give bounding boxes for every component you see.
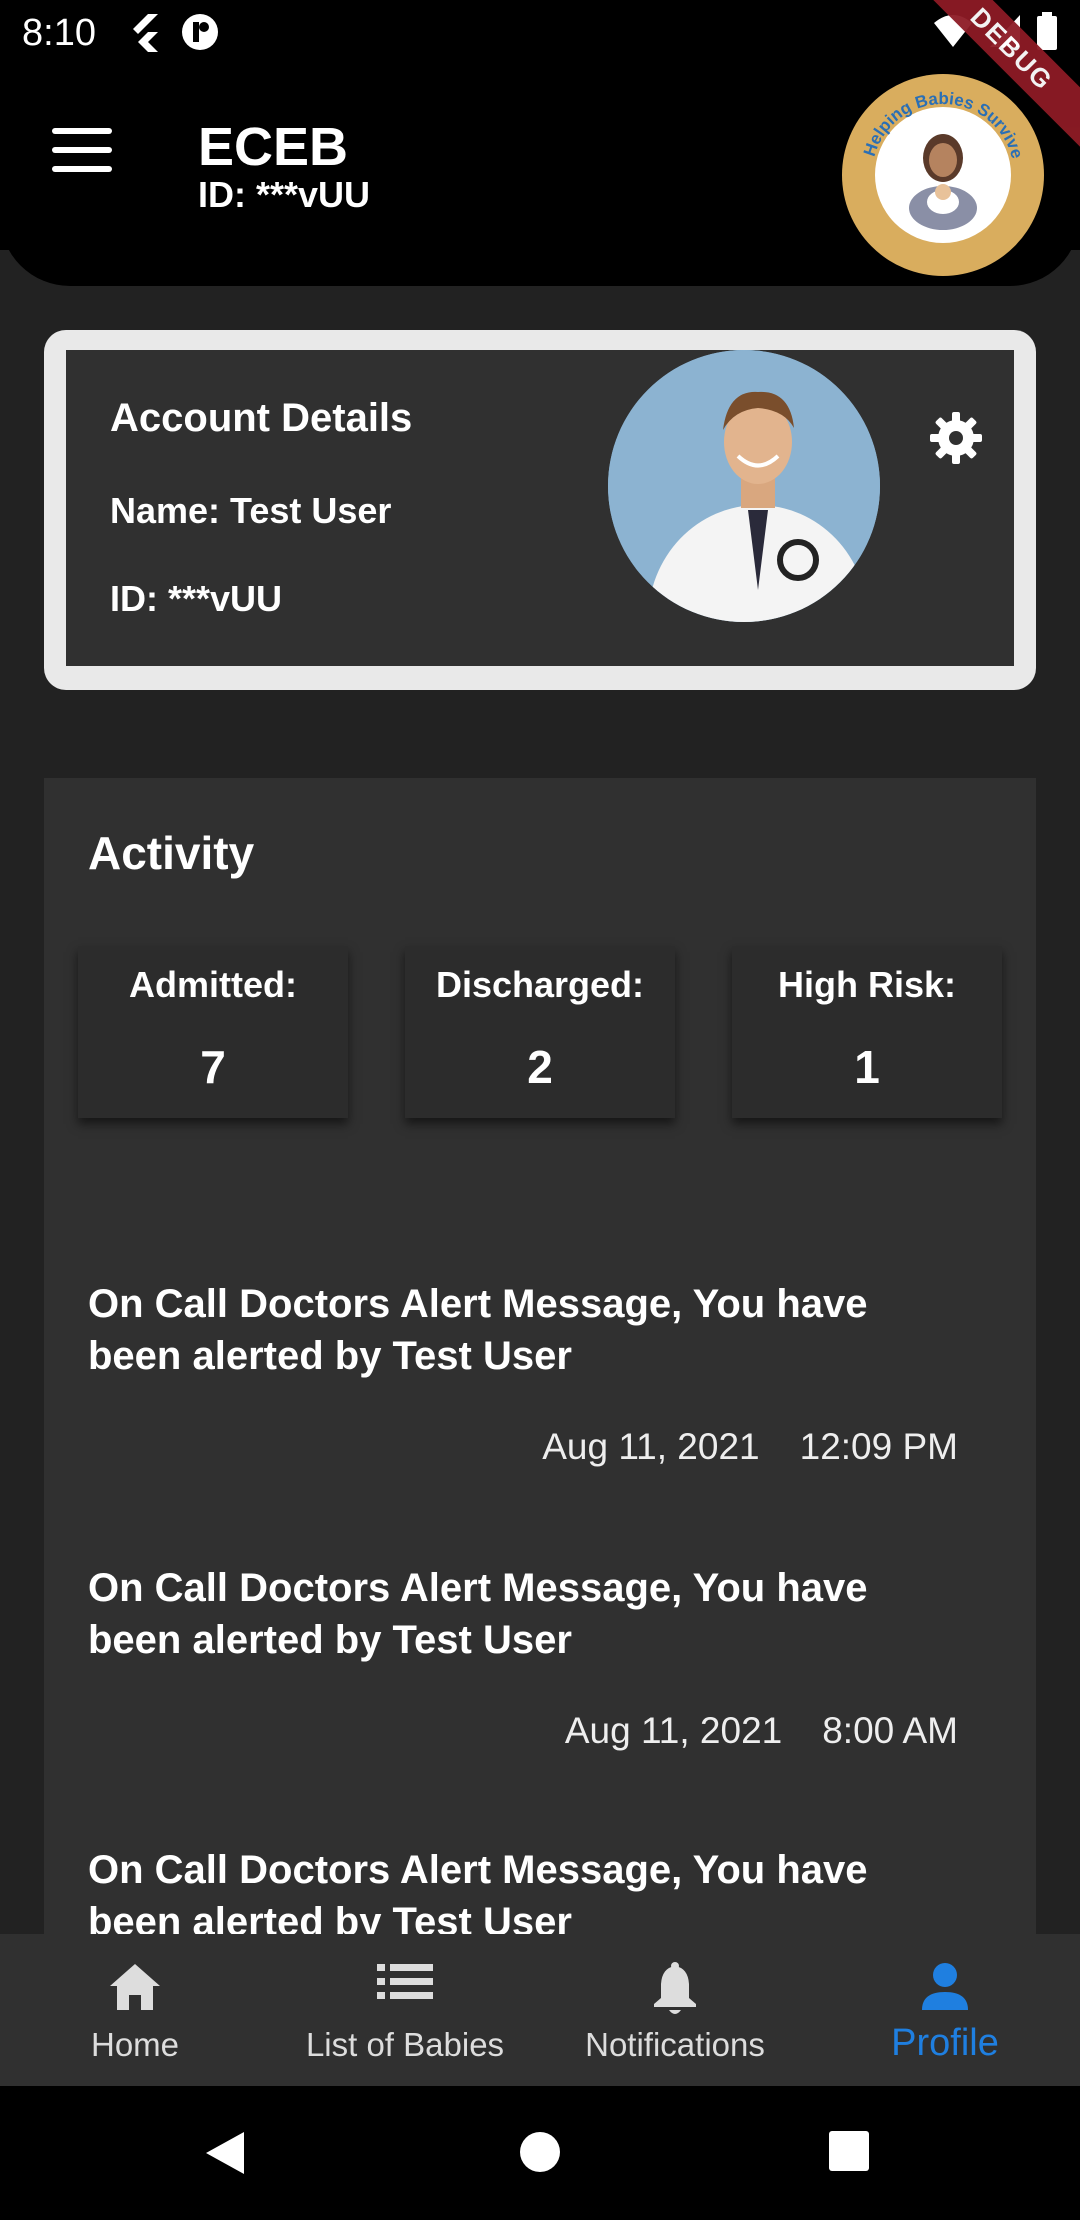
alert-item[interactable]: On Call Doctors Alert Message, You have … [88, 1844, 1008, 1934]
nav-home[interactable]: Home [0, 1934, 270, 2086]
account-card: Account Details Name: Test User ID: ***v… [44, 330, 1036, 690]
activity-title: Activity [88, 827, 255, 879]
stat-label: Discharged: [435, 964, 645, 1005]
flutter-icon [133, 14, 158, 52]
alert-time: 12:09 PM [799, 1426, 958, 1467]
user-id-label: ID: ***vUU [198, 174, 371, 215]
bell-icon [654, 1962, 696, 2014]
account-name: Name: Test User [110, 490, 392, 531]
menu-button[interactable] [52, 128, 112, 174]
back-icon[interactable] [204, 2130, 246, 2176]
alert-item[interactable]: On Call Doctors Alert Message, You have … [88, 1562, 1008, 1802]
system-nav-bar [0, 2086, 1080, 2220]
alert-message: On Call Doctors Alert Message, You have … [88, 1566, 868, 1662]
account-id: ID: ***vUU [110, 578, 283, 619]
nav-label: Profile [891, 2022, 999, 2064]
nav-label: Home [90, 2026, 180, 2063]
recents-icon[interactable] [828, 2130, 870, 2172]
alert-item[interactable]: On Call Doctors Alert Message, You have … [88, 1278, 1008, 1518]
hamburger-icon [52, 128, 112, 134]
stat-label: Admitted: [129, 964, 297, 1005]
stat-value: 2 [527, 1041, 553, 1093]
nav-notifications[interactable]: Notifications [540, 1934, 810, 2086]
status-bar: 8:10 [0, 0, 1080, 66]
stat-card-high-risk: High Risk: 1 [732, 946, 1002, 1118]
home-circle-icon[interactable] [518, 2130, 562, 2174]
avatar [608, 350, 880, 622]
app-status-icon [182, 14, 218, 50]
doctor-photo [608, 350, 880, 622]
nav-profile[interactable]: Profile [810, 1934, 1080, 2086]
nav-label: Notifications [585, 2026, 765, 2063]
stat-card-discharged: Discharged: 2 [405, 946, 675, 1118]
alert-time: 8:00 AM [822, 1710, 958, 1751]
account-card-inner: Account Details Name: Test User ID: ***v… [66, 350, 1014, 666]
app-bar: ECEB ID: ***vUU Helping Babies Survive [0, 66, 1080, 286]
stat-value: 7 [200, 1041, 226, 1093]
alert-date: Aug 11, 2021 [564, 1710, 783, 1751]
main-content[interactable]: Account Details Name: Test User ID: ***v… [0, 250, 1080, 1934]
stat-label: High Risk: [777, 964, 956, 1005]
account-title: Account Details [110, 396, 413, 440]
person-icon [922, 1963, 968, 2010]
settings-gear-icon[interactable] [928, 410, 984, 466]
helping-babies-survive-logo: Helping Babies Survive [842, 74, 1044, 276]
home-icon [110, 1964, 160, 2010]
status-icons-left [128, 12, 220, 52]
bottom-nav: Home List of Babies Notifications Profil… [0, 1934, 1080, 2086]
stat-value: 1 [854, 1041, 880, 1093]
stat-card-admitted: Admitted: 7 [78, 946, 348, 1118]
nav-list-of-babies[interactable]: List of Babies [270, 1934, 540, 2086]
alert-meta: Aug 11, 2021 12:09 PM [542, 1426, 958, 1468]
logo-ring-text: Helping Babies Survive [860, 89, 1027, 161]
activity-panel: Activity Admitted: 7 Discharged: 2 High … [44, 778, 1036, 1934]
nav-label: List of Babies [305, 2026, 505, 2063]
alert-date: Aug 11, 2021 [542, 1426, 760, 1467]
svg-text:Helping Babies Survive: Helping Babies Survive [860, 89, 1027, 161]
app-title: ECEB [198, 117, 349, 177]
status-time: 8:10 [22, 12, 96, 54]
alert-meta: Aug 11, 2021 8:00 AM [565, 1710, 958, 1752]
alert-message: On Call Doctors Alert Message, You have … [88, 1282, 868, 1378]
alert-message: On Call Doctors Alert Message, You have … [88, 1848, 868, 1934]
battery-icon [1037, 12, 1057, 50]
list-icon [377, 1964, 433, 1999]
